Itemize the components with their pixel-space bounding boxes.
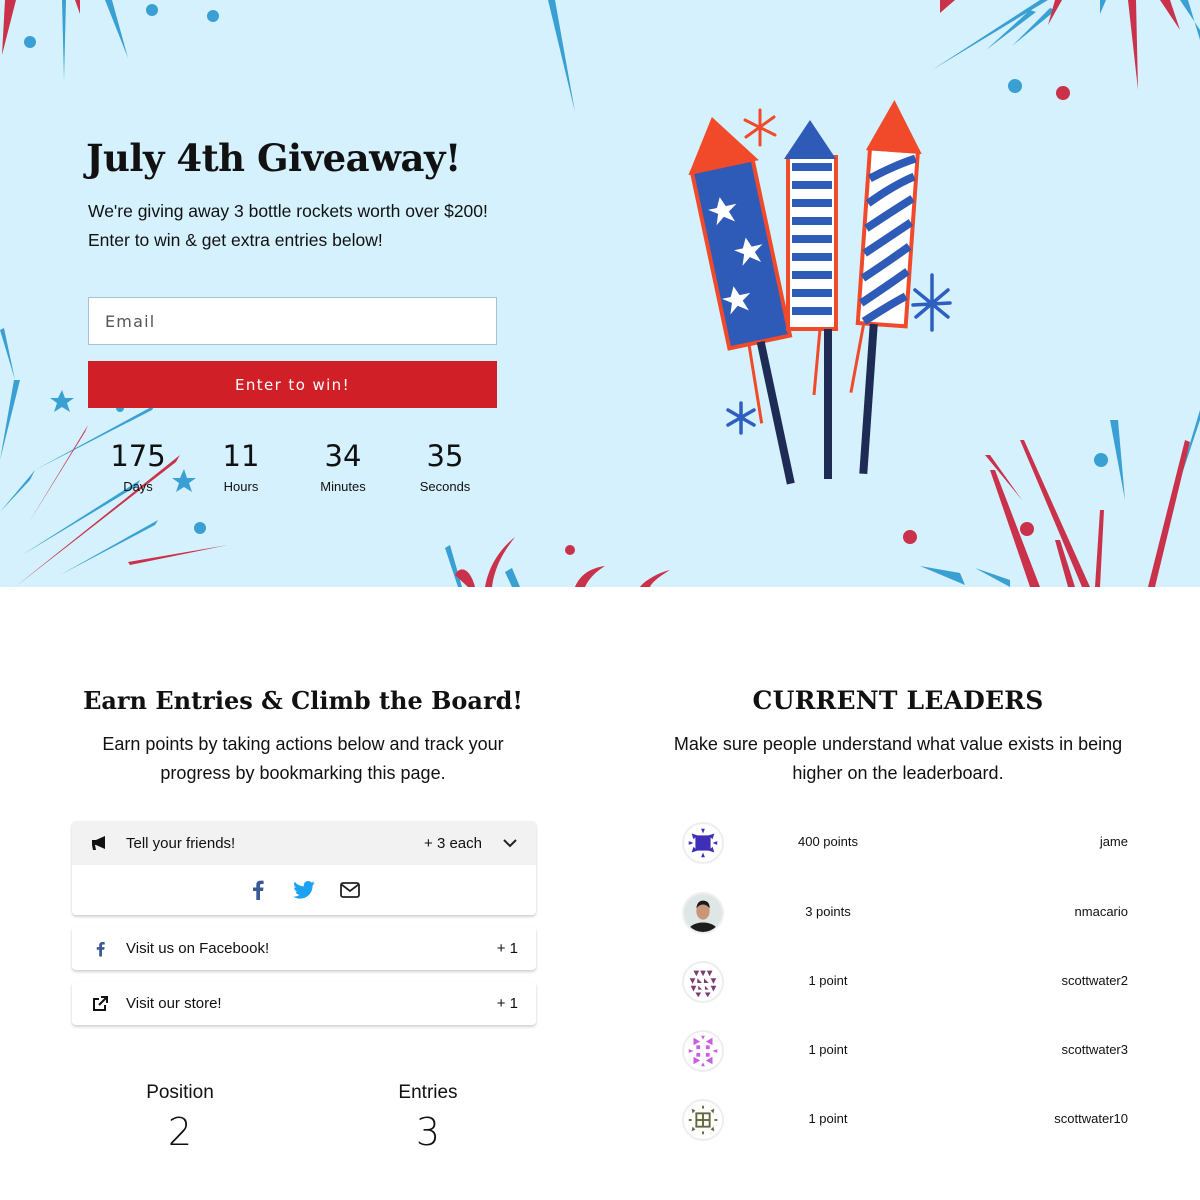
action-header-facebook[interactable]: Visit us on Facebook! + 1 <box>72 927 536 970</box>
countdown-label: Days <box>123 479 153 494</box>
leader-points: 1 point <box>808 1111 848 1126</box>
countdown-hours: 11 Hours <box>191 436 291 494</box>
leaderboard-row: 1 point scottwater2 <box>682 961 1128 1003</box>
countdown-label: Hours <box>223 479 259 494</box>
avatar <box>682 822 724 864</box>
external-link-icon <box>90 994 110 1014</box>
leader-points: 1 point <box>808 1042 848 1057</box>
earn-entries-title: Earn Entries & Climb the Board! <box>83 686 523 715</box>
leader-name: jame <box>1099 834 1128 849</box>
spark-icon <box>743 108 777 147</box>
countdown-seconds: 35 Seconds <box>395 436 495 494</box>
countdown-days: 175 Days <box>88 436 188 494</box>
action-label: Visit our store! <box>126 995 222 1012</box>
email-icon[interactable] <box>338 878 362 902</box>
hero-banner: July 4th Giveaway! We're giving away 3 b… <box>0 0 1200 587</box>
countdown-timer: 175 Days 11 Hours 34 Minutes 35 Seconds <box>88 436 498 506</box>
avatar <box>682 961 724 1003</box>
twitter-icon[interactable] <box>292 878 316 902</box>
leader-name: scottwater3 <box>1061 1042 1128 1057</box>
countdown-label: Minutes <box>320 479 366 494</box>
countdown-label: Seconds <box>419 479 471 494</box>
email-input[interactable] <box>88 297 497 345</box>
giveaway-description: We're giving away 3 bottle rockets worth… <box>88 201 488 250</box>
action-label: Tell your friends! <box>126 834 236 852</box>
countdown-value: 34 <box>324 439 362 473</box>
action-label: Visit us on Facebook! <box>126 940 270 957</box>
countdown-value: 35 <box>426 439 464 473</box>
action-header-tell-friends[interactable]: Tell your friends! + 3 each <box>72 821 536 865</box>
countdown-minutes: 34 Minutes <box>293 436 393 494</box>
leaders-description: Make sure people understand what value e… <box>673 734 1123 783</box>
leaderboard-row: 400 points jame <box>682 822 1128 864</box>
entries-value: 3 <box>415 1110 441 1154</box>
entries-stat: Entries 3 <box>348 1082 508 1154</box>
avatar <box>682 1099 724 1141</box>
enter-to-win-button[interactable]: Enter to win! <box>88 361 497 408</box>
leader-name: nmacario <box>1074 904 1128 919</box>
position-label: Position <box>146 1082 214 1103</box>
action-card-store[interactable]: Visit our store! + 1 <box>72 982 536 1025</box>
earn-entries-description: Earn points by taking actions below and … <box>102 734 504 783</box>
action-points: + 1 <box>496 995 518 1012</box>
giveaway-title: July 4th Giveaway! <box>86 136 461 180</box>
avatar <box>682 892 724 934</box>
leader-points: 3 points <box>805 904 851 919</box>
avatar <box>682 1030 724 1072</box>
leader-name: scottwater2 <box>1061 973 1128 988</box>
facebook-icon[interactable] <box>246 878 270 902</box>
action-card-tell-friends: Tell your friends! + 3 each <box>72 821 536 915</box>
rockets-illustration <box>688 99 952 485</box>
countdown-value: 175 <box>110 439 166 473</box>
leader-points: 1 point <box>808 973 848 988</box>
facebook-icon <box>90 939 110 959</box>
leaderboard-row: 3 points nmacario <box>682 892 1128 934</box>
action-header-store[interactable]: Visit our store! + 1 <box>72 982 536 1025</box>
leaderboard-row: 1 point scottwater10 <box>682 1099 1128 1141</box>
megaphone-icon <box>90 833 110 853</box>
share-buttons <box>72 865 536 915</box>
leaderboard-row: 1 point scottwater3 <box>682 1030 1128 1072</box>
position-value: 2 <box>167 1110 193 1154</box>
chevron-down-icon[interactable] <box>502 835 518 851</box>
action-points: + 1 <box>496 940 518 957</box>
leader-name: scottwater10 <box>1054 1111 1128 1126</box>
leader-points: 400 points <box>798 834 858 849</box>
action-points: + 3 each <box>424 834 482 852</box>
leaders-title: CURRENT LEADERS <box>752 686 1044 715</box>
entries-label: Entries <box>398 1082 458 1103</box>
countdown-value: 11 <box>222 439 260 473</box>
position-stat: Position 2 <box>100 1082 260 1154</box>
action-card-facebook[interactable]: Visit us on Facebook! + 1 <box>72 927 536 970</box>
